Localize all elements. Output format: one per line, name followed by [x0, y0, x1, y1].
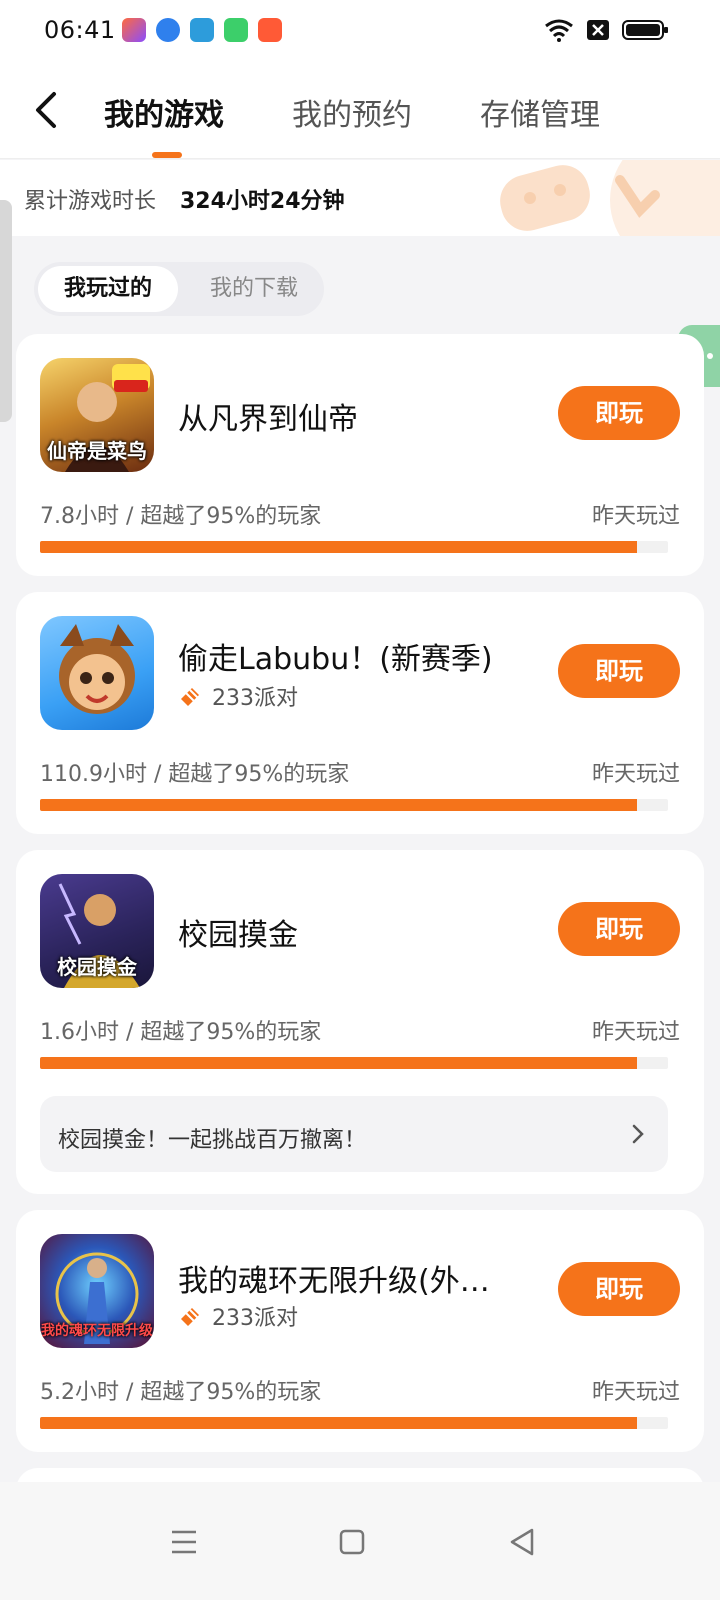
game-icon[interactable]: 仙帝是菜鸟: [40, 358, 154, 472]
game-stats: 1.6小时 / 超越了95%的玩家: [40, 1020, 322, 1045]
wifi-icon: [545, 19, 573, 42]
app-notification-icon: [122, 18, 146, 42]
system-nav-bar: [0, 1482, 720, 1600]
header: 我的游戏 我的预约 存储管理: [0, 64, 720, 159]
playtime-progress-fill: [40, 541, 637, 553]
notification-icons: [122, 18, 282, 42]
game-card[interactable]: 我的魂环无限升级 我的魂环无限升级(外国... 233派对 即玩 5.2小时 /…: [16, 1210, 704, 1452]
party-233-icon: [181, 1308, 199, 1326]
total-playtime-banner: 累计游戏时长 324小时24分钟: [0, 160, 720, 236]
game-icon[interactable]: 我的魂环无限升级: [40, 1234, 154, 1348]
segment-downloads[interactable]: 我的下载: [194, 266, 314, 312]
promo-text: 校园摸金！一起挑战百万撤离！: [58, 1128, 367, 1153]
platform-label: 233派对: [212, 1306, 298, 1331]
status-time: 06:41: [44, 16, 116, 44]
segment-played[interactable]: 我玩过的: [38, 266, 178, 312]
back-triangle-icon[interactable]: [502, 1522, 542, 1562]
last-played: 昨天玩过: [591, 1020, 680, 1045]
game-stats: 110.9小时 / 超越了95%的玩家: [40, 762, 350, 787]
battery-icon: [622, 20, 668, 40]
game-icon-label: 我的魂环无限升级: [41, 1323, 153, 1339]
back-button[interactable]: [30, 90, 66, 130]
playtime-progress: [40, 1417, 668, 1429]
sim-blocked-icon: [587, 20, 609, 40]
app-notification-icon: [258, 18, 282, 42]
app-notification-icon: [156, 18, 180, 42]
last-played: 昨天玩过: [591, 762, 680, 787]
game-promo-banner[interactable]: 校园摸金！一起挑战百万撤离！: [40, 1096, 668, 1172]
app-notification-icon: [224, 18, 248, 42]
play-button[interactable]: 即玩: [558, 386, 680, 440]
game-icon[interactable]: 校园摸金: [40, 874, 154, 988]
play-button[interactable]: 即玩: [558, 644, 680, 698]
play-button[interactable]: 即玩: [558, 902, 680, 956]
status-indicators: [544, 18, 670, 42]
game-title[interactable]: 从凡界到仙帝: [178, 394, 358, 438]
game-icon-label: 校园摸金: [57, 955, 137, 979]
platform-label: 233派对: [212, 686, 298, 711]
last-played: 昨天玩过: [591, 504, 680, 529]
game-card[interactable]: 仙帝是菜鸟 从凡界到仙帝 即玩 7.8小时 / 超越了95%的玩家 昨天玩过: [16, 334, 704, 576]
game-stats: 7.8小时 / 超越了95%的玩家: [40, 504, 322, 529]
home-icon[interactable]: [332, 1522, 372, 1562]
game-title[interactable]: 偷走Labubu！(新赛季): [178, 634, 493, 678]
playtime-value: 324小时24分钟: [180, 189, 345, 214]
game-art-icon: [59, 624, 135, 714]
chevron-right-icon: [632, 1124, 644, 1144]
status-bar: 06:41: [0, 0, 720, 64]
tab-my-reservations[interactable]: 我的预约: [292, 90, 412, 134]
playtime-progress-fill: [40, 799, 637, 811]
playtime-progress-fill: [40, 1417, 637, 1429]
filter-segment: 我玩过的 我的下载: [34, 262, 324, 316]
playtime-label: 累计游戏时长: [24, 189, 157, 214]
gamepad-decoration-icon: [500, 160, 720, 236]
edge-scroll-handle[interactable]: [0, 200, 12, 422]
party-233-icon: [181, 688, 199, 706]
playtime-progress: [40, 1057, 668, 1069]
menu-icon[interactable]: [164, 1522, 204, 1562]
playtime-progress: [40, 541, 668, 553]
playtime-progress-fill: [40, 1057, 637, 1069]
app-notification-icon: [190, 18, 214, 42]
game-card[interactable]: 校园摸金 校园摸金 即玩 1.6小时 / 超越了95%的玩家 昨天玩过 校园摸金…: [16, 850, 704, 1194]
game-platform: 233派对: [178, 1300, 298, 1332]
tab-my-games[interactable]: 我的游戏: [104, 90, 224, 134]
game-icon-label: 仙帝是菜鸟: [47, 439, 147, 463]
play-button[interactable]: 即玩: [558, 1262, 680, 1316]
game-card[interactable]: 偷走Labubu！(新赛季) 233派对 即玩 110.9小时 / 超越了95%…: [16, 592, 704, 834]
last-played: 昨天玩过: [591, 1380, 680, 1405]
game-platform: 233派对: [178, 680, 298, 712]
game-title[interactable]: 我的魂环无限升级(外国...: [178, 1256, 518, 1300]
game-title[interactable]: 校园摸金: [178, 910, 298, 954]
active-tab-indicator: [152, 152, 182, 158]
tab-storage-management[interactable]: 存储管理: [480, 90, 600, 134]
game-stats: 5.2小时 / 超越了95%的玩家: [40, 1380, 322, 1405]
playtime-progress: [40, 799, 668, 811]
game-icon[interactable]: [40, 616, 154, 730]
